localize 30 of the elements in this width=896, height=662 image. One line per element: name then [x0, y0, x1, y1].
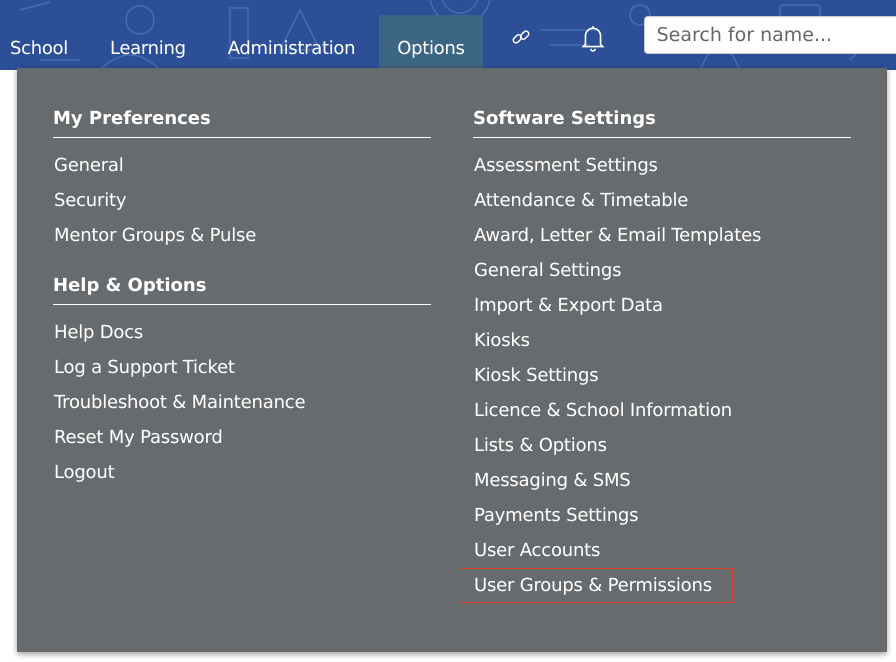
menu-item[interactable]: User Groups & Permissions: [459, 568, 733, 603]
nav-tab[interactable]: Options: [379, 15, 483, 70]
menu-item[interactable]: Logout: [39, 455, 130, 490]
menu-section-heading: My Preferences: [53, 108, 431, 138]
menu-item[interactable]: Troubleshoot & Maintenance: [39, 385, 320, 420]
menu-section-heading: Help & Options: [53, 275, 431, 305]
menu-item[interactable]: Kiosk Settings: [459, 358, 614, 393]
menu-item[interactable]: Mentor Groups & Pulse: [39, 218, 272, 253]
menu-item[interactable]: Award, Letter & Email Templates: [459, 218, 776, 253]
menu-item[interactable]: Lists & Options: [459, 428, 622, 463]
menu-item[interactable]: Attendance & Timetable: [459, 183, 704, 218]
menu-item[interactable]: General: [39, 148, 139, 183]
notification-bell-icon[interactable]: [580, 24, 606, 52]
menu-item[interactable]: Security: [39, 183, 142, 218]
menu-item[interactable]: Kiosks: [459, 323, 545, 358]
menu-item[interactable]: Help Docs: [39, 315, 158, 350]
menu-item[interactable]: Reset My Password: [39, 420, 238, 455]
nav-tab[interactable]: Administration: [210, 15, 374, 70]
menu-item[interactable]: Log a Support Ticket: [39, 350, 250, 385]
search-field[interactable]: Search for name...: [644, 16, 896, 54]
menu-item[interactable]: General Settings: [459, 253, 636, 288]
nav-tab[interactable]: Learning: [92, 15, 204, 70]
menu-item[interactable]: Licence & School Information: [459, 393, 747, 428]
menu-item[interactable]: Payments Settings: [459, 498, 654, 533]
menu-item[interactable]: User Accounts: [459, 533, 616, 568]
menu-item[interactable]: Import & Export Data: [459, 288, 678, 323]
menu-item[interactable]: Assessment Settings: [459, 148, 673, 183]
menu-section-heading: Software Settings: [473, 108, 851, 138]
menu-item[interactable]: Messaging & SMS: [459, 463, 646, 498]
nav-tab[interactable]: School: [0, 15, 86, 70]
